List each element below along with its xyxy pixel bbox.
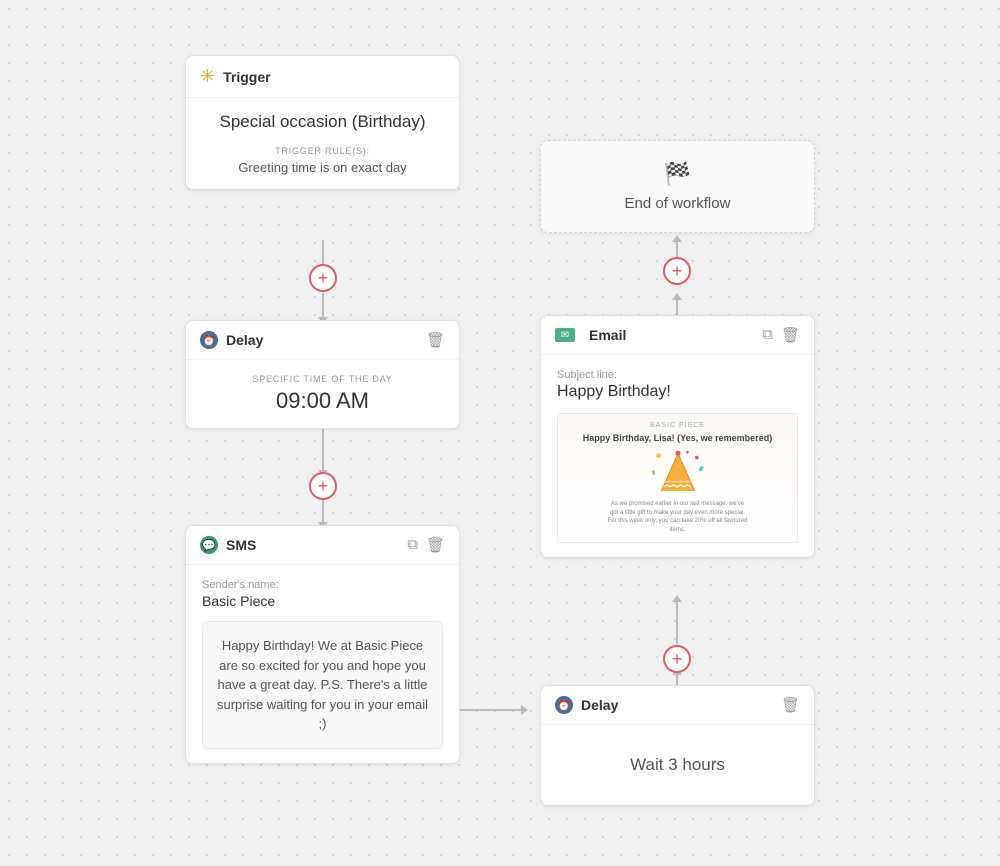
sms-copy-icon[interactable]: ⧉ — [407, 536, 418, 554]
sms-message: Happy Birthday! We at Basic Piece are so… — [202, 621, 443, 749]
sms-title: SMS — [226, 537, 256, 553]
trigger-rule-label: TRIGGER RULE(S): — [202, 146, 443, 156]
email-actions: ⧉ 🗑 — [762, 326, 800, 344]
delay-left-body: SPECIFIC TIME OF THE DAY 09:00 AM — [186, 360, 459, 428]
sms-card: 💬 SMS ⧉ 🗑 Sender's name: Basic Piece Hap… — [185, 525, 460, 764]
sms-sender-label: Sender's name: — [202, 579, 443, 591]
trigger-name: Special occasion (Birthday) — [202, 112, 443, 132]
add-step-btn-4[interactable]: + — [663, 257, 691, 285]
sms-actions: ⧉ 🗑 — [407, 536, 445, 554]
email-preview-inner: BASIC PIECE Happy Birthday, Lisa! (Yes, … — [558, 414, 797, 542]
connectors-svg — [0, 0, 1000, 866]
delay-left-icon: ⏰ — [200, 331, 218, 349]
delay-left-actions: 🗑 — [426, 331, 445, 349]
workflow-canvas: ✳ Trigger Special occasion (Birthday) TR… — [0, 0, 1000, 866]
email-preview-title: Happy Birthday, Lisa! (Yes, we remembere… — [583, 433, 772, 443]
sms-body: Sender's name: Basic Piece Happy Birthda… — [186, 565, 459, 763]
sms-icon: 💬 — [200, 536, 218, 554]
email-header: Email ⧉ 🗑 — [541, 316, 814, 355]
birthday-graphic — [643, 449, 713, 500]
trigger-rule-value: Greeting time is on exact day — [202, 160, 443, 175]
delay-right-icon: ⏰ — [555, 696, 573, 714]
add-step-btn-1[interactable]: + — [309, 264, 337, 292]
trigger-title: Trigger — [223, 69, 270, 85]
delay-card-right: ⏰ Delay 🗑 Wait 3 hours — [540, 685, 815, 806]
delay-left-time-value: 09:00 AM — [202, 388, 443, 414]
sms-sender-value: Basic Piece — [202, 593, 443, 609]
end-of-workflow-card: 🏁 End of workflow — [540, 140, 815, 233]
email-trash-icon[interactable]: 🗑 — [781, 326, 800, 344]
delay-left-title: Delay — [226, 332, 263, 348]
delay-left-header: ⏰ Delay 🗑 — [186, 321, 459, 360]
delay-right-title: Delay — [581, 697, 618, 713]
delay-right-actions: 🗑 — [781, 696, 800, 714]
delay-right-body: Wait 3 hours — [541, 725, 814, 805]
email-preview-body-text: As we promised earlier in our last messa… — [608, 500, 748, 534]
delay-left-time-label: SPECIFIC TIME OF THE DAY — [202, 374, 443, 384]
trigger-card-header: ✳ Trigger — [186, 56, 459, 98]
add-step-btn-2[interactable]: + — [309, 472, 337, 500]
email-copy-icon[interactable]: ⧉ — [762, 326, 773, 344]
trigger-card: ✳ Trigger Special occasion (Birthday) TR… — [185, 55, 460, 190]
sms-trash-icon[interactable]: 🗑 — [426, 536, 445, 554]
email-card: Email ⧉ 🗑 Subject line: Happy Birthday! … — [540, 315, 815, 558]
delay-right-header: ⏰ Delay 🗑 — [541, 686, 814, 725]
end-title: End of workflow — [557, 195, 798, 212]
email-preview: BASIC PIECE Happy Birthday, Lisa! (Yes, … — [557, 413, 798, 543]
email-subject-value: Happy Birthday! — [557, 383, 798, 401]
end-flag-icon: 🏁 — [557, 161, 798, 187]
sms-header: 💬 SMS ⧉ 🗑 — [186, 526, 459, 565]
delay-right-trash-icon[interactable]: 🗑 — [781, 696, 800, 714]
delay-right-wait-value: Wait 3 hours — [557, 739, 798, 791]
delay-left-trash-icon[interactable]: 🗑 — [426, 331, 445, 349]
email-subject-label: Subject line: — [557, 369, 798, 381]
add-step-btn-3[interactable]: + — [663, 645, 691, 673]
delay-card-left: ⏰ Delay 🗑 SPECIFIC TIME OF THE DAY 09:00… — [185, 320, 460, 429]
email-body: Subject line: Happy Birthday! BASIC PIEC… — [541, 355, 814, 557]
email-envelope-icon — [555, 328, 575, 342]
trigger-icon: ✳ — [200, 66, 215, 87]
email-title: Email — [589, 327, 626, 343]
trigger-card-body: Special occasion (Birthday) TRIGGER RULE… — [186, 98, 459, 189]
email-brand-label: BASIC PIECE — [650, 422, 705, 429]
